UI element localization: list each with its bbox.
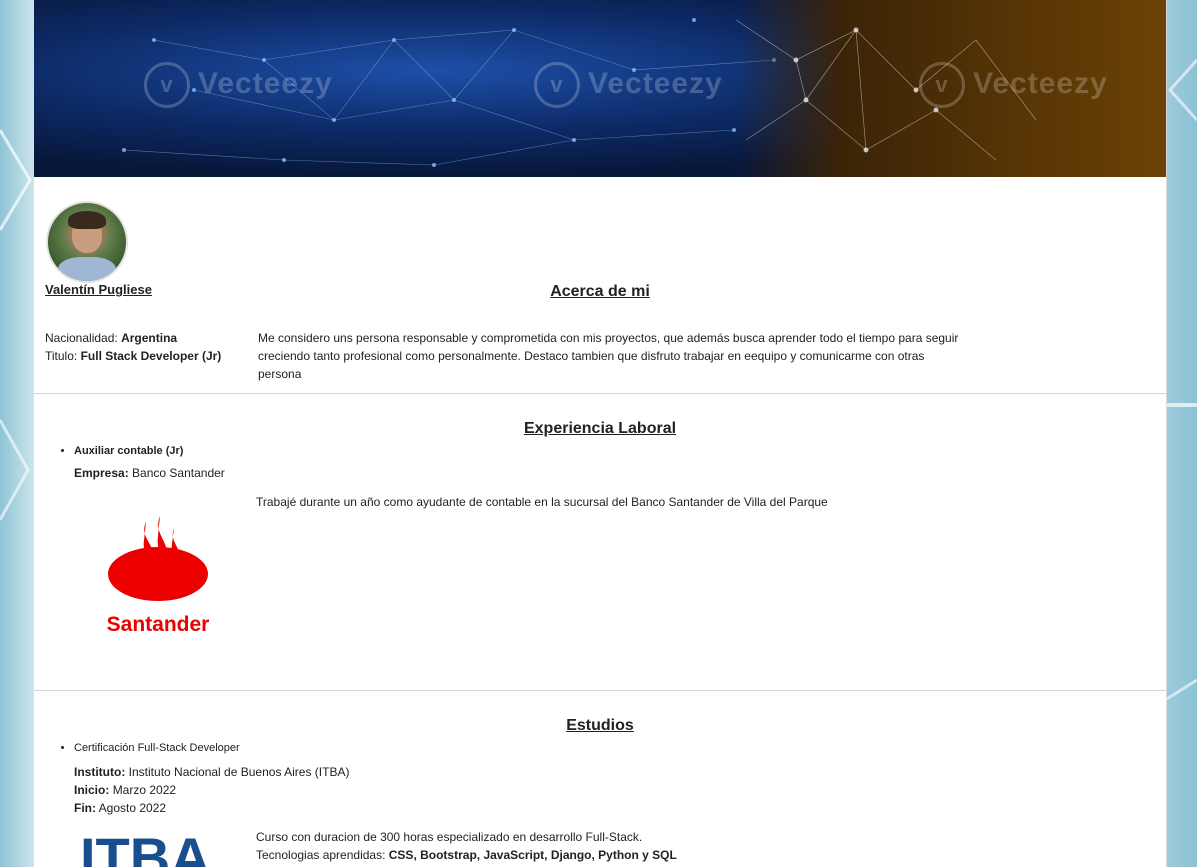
itba-logo: ITBA <box>80 825 230 867</box>
company-row: Empresa: Banco Santander <box>74 466 225 480</box>
vecteezy-logo-icon: v <box>534 62 580 108</box>
end-row: Fin: Agosto 2022 <box>74 801 167 815</box>
list-item: Auxiliar contable (Jr) <box>74 445 183 457</box>
experience-description: Trabajé durante un año como ayudante de … <box>256 495 828 509</box>
about-heading: Acerca de mi <box>550 283 650 300</box>
header-banner: v Vecteezy v Vecteezy v Vecteezy <box>34 0 1166 177</box>
santander-logo: Santander <box>98 514 218 644</box>
title-row: Titulo: Full Stack Developer (Jr) <box>45 349 222 363</box>
santander-flame-icon: Santander <box>107 516 210 636</box>
studies-list: Certificación Full-Stack Developer <box>56 742 240 754</box>
portfolio-page: v Vecteezy v Vecteezy v Vecteezy Valentín P… <box>33 0 1167 867</box>
about-text: Me considero uns persona responsable y c… <box>258 331 959 381</box>
svg-text:Santander: Santander <box>107 613 210 636</box>
start-row: Inicio: Marzo 2022 <box>74 783 177 797</box>
profile-section: Valentín Pugliese Acerca de mi Nacionali… <box>34 177 1166 394</box>
watermark-logo: v Vecteezy <box>144 62 333 108</box>
nationality-row: Nacionalidad: Argentina <box>45 331 178 345</box>
list-item: Certificación Full-Stack Developer <box>74 742 240 754</box>
studies-heading: Estudios <box>566 717 634 734</box>
institute-row: Instituto: Instituto Nacional de Buenos … <box>74 765 350 779</box>
studies-section: Estudios Certificación Full-Stack Develo… <box>34 691 1166 867</box>
studies-details: Instituto: Instituto Nacional de Buenos … <box>74 763 349 817</box>
technologies-row: Tecnologias aprendidas: CSS, Bootstrap, … <box>256 848 677 862</box>
profile-info: Nacionalidad: Argentina Titulo: Full Sta… <box>45 329 225 365</box>
avatar <box>46 201 128 283</box>
watermark-logo: v Vecteezy <box>919 62 1108 108</box>
studies-description: Curso con duracion de 300 horas especial… <box>256 830 677 862</box>
experience-section: Experiencia Laboral Auxiliar contable (J… <box>34 394 1166 691</box>
experience-list: Auxiliar contable (Jr) <box>56 445 183 457</box>
svg-text:ITBA: ITBA <box>80 826 211 867</box>
vecteezy-logo-icon: v <box>144 62 190 108</box>
watermark-logo: v Vecteezy <box>534 62 723 108</box>
vecteezy-logo-icon: v <box>919 62 965 108</box>
experience-heading: Experiencia Laboral <box>523 420 677 437</box>
itba-logo-icon: ITBA <box>80 826 211 867</box>
